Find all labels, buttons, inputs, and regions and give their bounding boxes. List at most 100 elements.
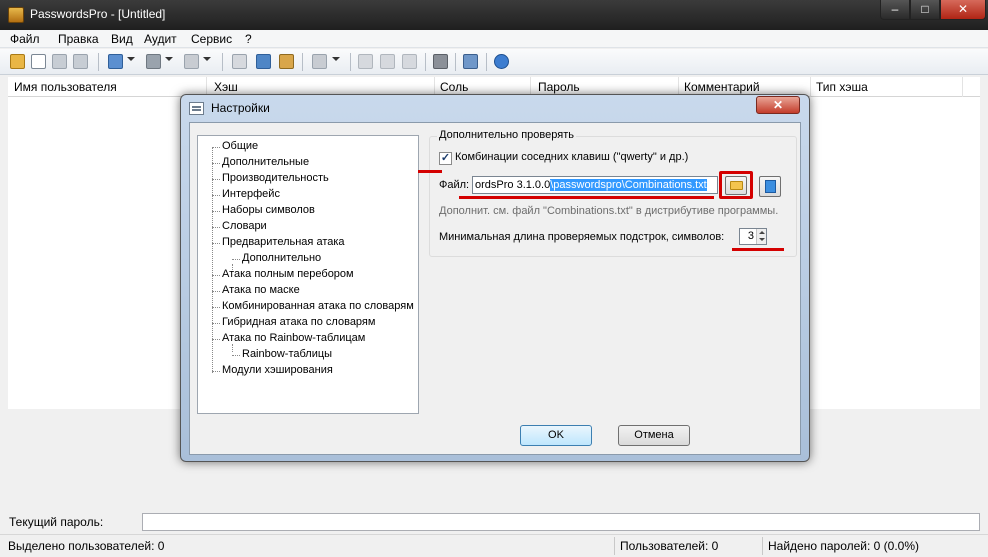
status-divider — [614, 537, 615, 555]
cancel-button[interactable]: Отмена — [618, 425, 690, 446]
toolbar-separator — [455, 53, 456, 71]
pause-icon[interactable] — [380, 54, 395, 69]
column-header-password[interactable]: Пароль — [538, 80, 580, 94]
column-header-salt[interactable]: Соль — [440, 80, 468, 94]
new-icon[interactable] — [31, 54, 46, 69]
file-path-text: ordsPro 3.1.0.0 — [475, 179, 551, 191]
run-icon[interactable] — [358, 54, 373, 69]
column-divider[interactable] — [962, 77, 963, 97]
menu-view[interactable]: Вид — [111, 32, 133, 46]
tree-item-general[interactable]: Общие — [211, 140, 258, 152]
maximize-button[interactable]: □ — [910, 0, 940, 20]
tree-item-hash-modules[interactable]: Модули хэширования — [212, 364, 333, 376]
dialog-title: Настройки — [211, 101, 270, 115]
min-length-value: 3 — [747, 230, 754, 242]
toolbar-separator — [425, 53, 426, 71]
close-button[interactable]: ✕ — [940, 0, 986, 20]
spinner-arrows[interactable] — [756, 229, 766, 244]
settings-dialog: Настройки ✕ Общие Дополнительные Произво… — [180, 94, 810, 462]
import-icon[interactable] — [256, 54, 271, 69]
window-title: PasswordsPro - [Untitled] — [30, 7, 166, 21]
tree-item-mask-attack[interactable]: Атака по маске — [212, 284, 300, 296]
browse-button[interactable] — [725, 176, 747, 195]
dialog-close-button[interactable]: ✕ — [756, 96, 800, 114]
menu-service[interactable]: Сервис — [191, 32, 232, 46]
spin-down-icon[interactable] — [759, 238, 765, 241]
save-as-icon[interactable] — [73, 54, 88, 69]
toolbar-separator — [350, 53, 351, 71]
file-path-input[interactable]: ordsPro 3.1.0.0\passwordspro\Combination… — [472, 176, 718, 194]
tree-item-combined-attack[interactable]: Комбинированная атака по словарям — [212, 300, 414, 312]
keyboard-combinations-checkbox[interactable]: ✓ — [439, 152, 452, 165]
open-file-button[interactable] — [759, 176, 781, 197]
tree-item-charsets[interactable]: Наборы символов — [212, 204, 315, 216]
chevron-down-icon[interactable] — [203, 57, 211, 61]
status-found: Найдено паролей: 0 (0.0%) — [768, 539, 920, 553]
chevron-down-icon[interactable] — [127, 57, 135, 61]
chevron-down-icon[interactable] — [332, 57, 340, 61]
annotation-underline — [459, 196, 714, 199]
edit-icon[interactable] — [232, 54, 247, 69]
toolbar — [0, 49, 988, 75]
document-icon — [765, 180, 776, 193]
menu-edit[interactable]: Правка — [58, 32, 99, 46]
current-password-label: Текущий пароль: — [9, 515, 104, 529]
dialog-body: Общие Дополнительные Производительность … — [189, 122, 801, 455]
menu-help[interactable]: ? — [245, 32, 252, 46]
tree-item-preliminary-attack[interactable]: Предварительная атака — [212, 236, 345, 248]
app-icon — [8, 7, 24, 23]
search-icon[interactable] — [146, 54, 161, 69]
settings-icon[interactable] — [433, 54, 448, 69]
min-length-label: Минимальная длина проверяемых подстрок, … — [439, 231, 725, 243]
keyboard-combinations-label[interactable]: Комбинации соседних клавиш ("qwerty" и д… — [455, 151, 688, 163]
options-icon[interactable] — [463, 54, 478, 69]
web-icon[interactable] — [494, 54, 509, 69]
file-hint: Дополнит. см. файл "Combinations.txt" в … — [439, 205, 779, 217]
folder-open-icon — [730, 181, 743, 190]
save-icon[interactable] — [52, 54, 67, 69]
status-bar: Выделено пользователей: 0 Пользователей:… — [0, 534, 988, 557]
tree-item-hybrid-attack[interactable]: Гибридная атака по словарям — [211, 316, 375, 328]
column-header-comment[interactable]: Комментарий — [684, 80, 760, 94]
paste-icon[interactable] — [279, 54, 294, 69]
status-users: Пользователей: 0 — [620, 539, 719, 553]
minimize-button[interactable]: – — [880, 0, 910, 20]
tree-item-additional[interactable]: Дополнительные — [211, 156, 309, 168]
toolbar-separator — [302, 53, 303, 71]
current-password-field[interactable] — [142, 513, 980, 531]
status-divider — [762, 537, 763, 555]
menu-bar: Файл Правка Вид Аудит Сервис ? — [0, 30, 988, 48]
stop-icon[interactable] — [402, 54, 417, 69]
check-group: Дополнительно проверять ✓ Комбинации сос… — [418, 129, 797, 257]
column-header-hash[interactable]: Хэш — [214, 80, 238, 94]
column-header-username[interactable]: Имя пользователя — [14, 80, 117, 94]
file-label: Файл: — [439, 179, 470, 191]
tree-item-dictionaries[interactable]: Словари — [212, 220, 267, 232]
group-title: Дополнительно проверять — [437, 129, 576, 141]
tools-icon[interactable] — [312, 54, 327, 69]
title-bar: PasswordsPro - [Untitled] – □ ✕ — [0, 0, 988, 30]
ok-button[interactable]: OK — [520, 425, 592, 446]
column-divider[interactable] — [810, 77, 811, 97]
open-icon[interactable] — [10, 54, 25, 69]
toolbar-separator — [486, 53, 487, 71]
toolbar-separator — [222, 53, 223, 71]
min-length-spinner[interactable]: 3 — [739, 228, 767, 245]
column-header-hash-type[interactable]: Тип хэша — [816, 80, 868, 94]
annotation-underline — [732, 248, 784, 251]
settings-window-icon — [189, 102, 204, 115]
chevron-down-icon[interactable] — [165, 57, 173, 61]
copy-icon[interactable] — [108, 54, 123, 69]
menu-audit[interactable]: Аудит — [144, 32, 177, 46]
spin-up-icon[interactable] — [759, 231, 765, 234]
tree-item-brute-force[interactable]: Атака полным перебором — [212, 268, 354, 280]
tree-item-rainbow-attack[interactable]: Атака по Rainbow-таблицам — [211, 332, 365, 344]
toolbar-separator — [98, 53, 99, 71]
tree-item-preliminary-additional[interactable]: Дополнительно — [231, 252, 321, 264]
tree-line — [232, 344, 233, 352]
remove-icon[interactable] — [184, 54, 199, 69]
tree-item-rainbow-tables[interactable]: Rainbow-таблицы — [231, 348, 332, 360]
tree-item-interface[interactable]: Интерфейс — [212, 188, 280, 200]
tree-item-performance[interactable]: Производительность — [212, 172, 329, 184]
menu-file[interactable]: Файл — [10, 32, 40, 46]
